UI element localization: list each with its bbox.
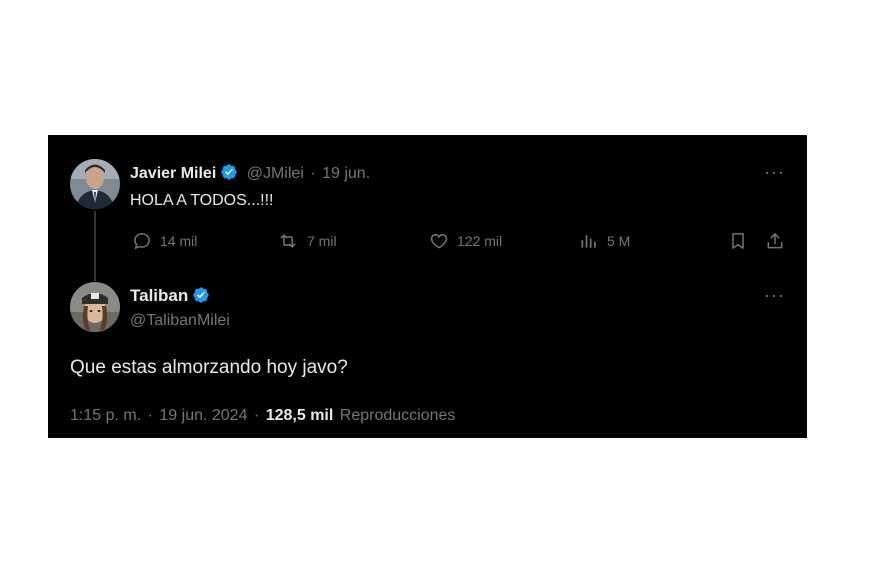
share-icon[interactable] (765, 231, 785, 256)
more-options-icon[interactable]: ··· (764, 163, 785, 181)
tweet-time[interactable]: 1:15 p. m. (70, 407, 141, 424)
tweet-date[interactable]: 19 jun. 2024 (159, 407, 247, 424)
like-count: 122 mil (457, 233, 503, 249)
tweet-text: Que estas almorzando hoy javo? (70, 357, 348, 378)
repost-count: 7 mil (307, 233, 337, 249)
thread-connector-line (94, 211, 96, 281)
reply-button[interactable]: 14 mil (132, 231, 197, 251)
repost-icon (280, 234, 296, 248)
author-handle[interactable]: @JMilei (247, 165, 304, 182)
author-name[interactable]: Javier Milei (130, 165, 216, 182)
heart-icon (430, 233, 448, 249)
views-count: 128,5 mil (265, 407, 334, 424)
reply-to-header: Javier Milei @JMilei · 19 jun. (130, 163, 370, 186)
author-name[interactable]: Taliban (130, 286, 188, 305)
reply-to-text: HOLA A TODOS...!!! (130, 192, 274, 209)
verified-badge-icon (220, 163, 238, 186)
views-button[interactable]: 5 M (579, 231, 630, 251)
avatar-taliban[interactable] (70, 282, 120, 332)
repost-button[interactable]: 7 mil (277, 231, 337, 251)
header-separator: · (310, 165, 316, 182)
more-options-icon[interactable]: ··· (764, 286, 785, 304)
reply-icon (134, 233, 150, 250)
tweet-meta: 1:15 p. m. · 19 jun. 2024 · 128,5 mil Re… (70, 407, 455, 425)
meta-separator: · (147, 407, 153, 424)
views-count: 5 M (607, 233, 631, 249)
tweet-author: Taliban (130, 286, 210, 309)
like-button[interactable]: 122 mil (429, 231, 502, 251)
author-handle[interactable]: @TalibanMilei (130, 312, 230, 330)
meta-separator: · (253, 407, 260, 424)
analytics-icon (581, 235, 596, 248)
reply-count: 14 mil (160, 233, 198, 249)
avatar-javier-milei[interactable] (70, 159, 120, 209)
tweet-thread-card: Javier Milei @JMilei · 19 jun. ··· HOLA … (48, 135, 807, 438)
verified-badge-icon (192, 286, 210, 309)
bookmark-icon[interactable] (728, 231, 748, 256)
views-label: Reproducciones (339, 407, 456, 424)
tweet-date[interactable]: 19 jun. (322, 165, 370, 182)
